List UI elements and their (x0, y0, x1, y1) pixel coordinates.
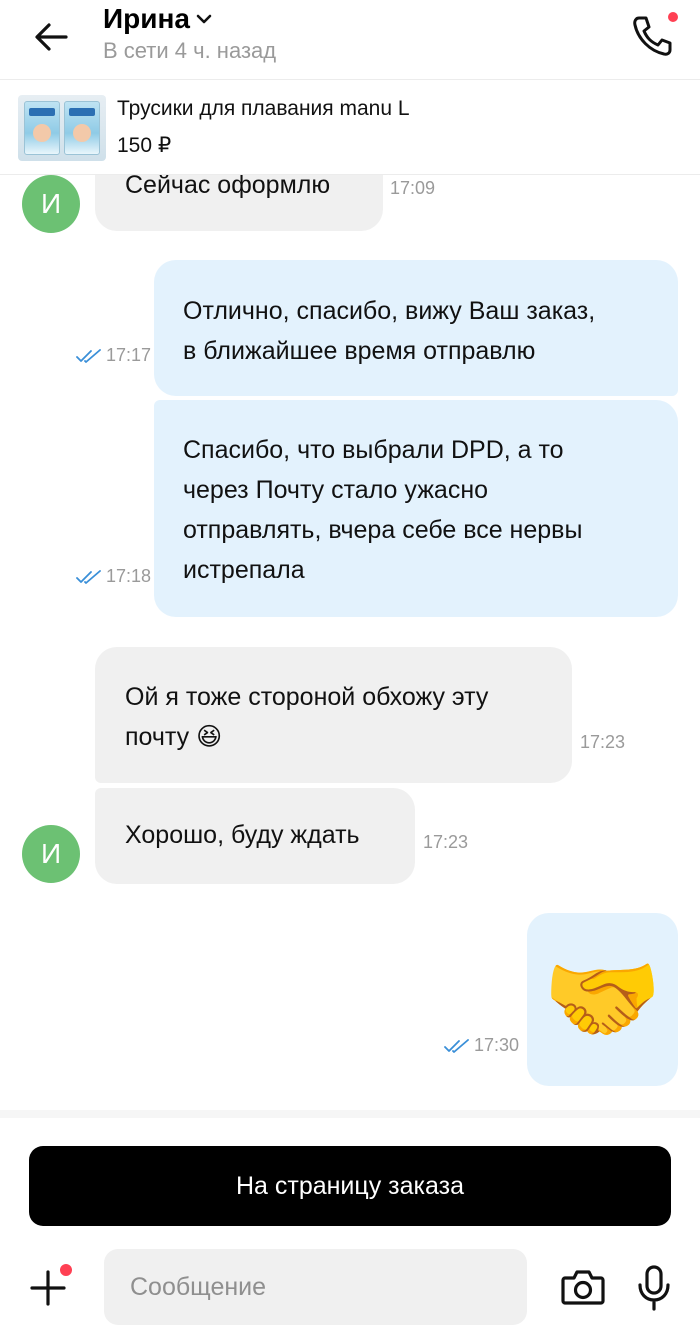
double-check-icon (444, 1038, 469, 1053)
double-check-icon (76, 348, 101, 363)
message-bubble-incoming[interactable]: Хорошо, буду ждать (95, 788, 415, 884)
message-text: Хорошо, буду ждать (125, 821, 360, 849)
message-time: 17:17 (106, 345, 152, 365)
product-card[interactable]: Трусики для плавания manu L 150 ₽ (0, 81, 700, 175)
message-time: 17:09 (390, 178, 436, 198)
message-bubble-outgoing[interactable]: Отлично, спасибо, вижу Ваш заказ, в ближ… (154, 260, 678, 396)
message-text-line: через Почту стало ужасно (183, 476, 489, 504)
contact-name: Ирина (103, 3, 190, 34)
order-page-button-label: На страницу заказа (235, 1171, 465, 1200)
message-bubble-outgoing[interactable]: 🤝 (527, 913, 678, 1086)
avatar: И (22, 175, 80, 233)
message-time: 17:23 (580, 732, 626, 752)
message-meta: 17:18 (76, 566, 151, 587)
product-image (18, 95, 106, 161)
notification-dot (666, 10, 680, 24)
message-text-line: отправлять, вчера себе все нервы (183, 516, 583, 544)
divider (0, 1110, 700, 1118)
contact-status: В сети 4 ч. назад (103, 38, 277, 63)
double-check-icon (76, 569, 101, 584)
avatar: И (22, 825, 80, 883)
call-button[interactable] (628, 8, 684, 60)
microphone-button[interactable] (632, 1264, 676, 1312)
product-title: Трусики для плавания manu L (117, 97, 410, 120)
message-meta: 17:30 (444, 1035, 519, 1056)
message-bubble-outgoing[interactable]: Спасибо, что выбрали DPD, а то через Поч… (154, 400, 678, 617)
message-input[interactable] (104, 1249, 527, 1325)
chevron-down-icon (196, 14, 212, 24)
camera-button[interactable] (560, 1264, 606, 1310)
back-button[interactable] (28, 16, 74, 58)
message-meta: 17:17 (76, 345, 151, 366)
message-text-line: истрепала (183, 556, 305, 584)
product-price: 150 ₽ (117, 134, 172, 157)
notification-dot (58, 1262, 74, 1278)
chat-header: Ирина В сети 4 ч. назад (0, 0, 700, 80)
message-bubble-incoming[interactable]: Ой я тоже стороной обхожу эту почту 😆 (95, 647, 572, 783)
message-text: Сейчас оформлю (125, 175, 331, 199)
message-time: 17:23 (423, 832, 469, 852)
order-page-button[interactable]: На страницу заказа (29, 1146, 671, 1226)
message-bubble-incoming[interactable]: Сейчас оформлю (95, 175, 383, 231)
contact-name-toggle[interactable]: Ирина (103, 3, 212, 35)
message-text-line: Отлично, спасибо, вижу Ваш заказ, (183, 297, 596, 325)
arrow-left-icon (35, 23, 68, 51)
handshake-emoji: 🤝 (542, 945, 663, 1053)
message-time: 17:18 (106, 566, 152, 586)
message-text-line: почту 😆 (125, 723, 223, 751)
message-text-line: в ближайшее время отправлю (183, 337, 536, 365)
microphone-icon (638, 1265, 670, 1311)
message-text-line: Спасибо, что выбрали DPD, а то (183, 436, 564, 464)
message-text-line: Ой я тоже стороной обхожу эту (125, 683, 489, 711)
message-time: 17:30 (474, 1035, 520, 1055)
message-list[interactable]: И Сейчас оформлю 17:09 17:17 Отлично, сп… (0, 175, 700, 1115)
camera-icon (561, 1270, 605, 1305)
